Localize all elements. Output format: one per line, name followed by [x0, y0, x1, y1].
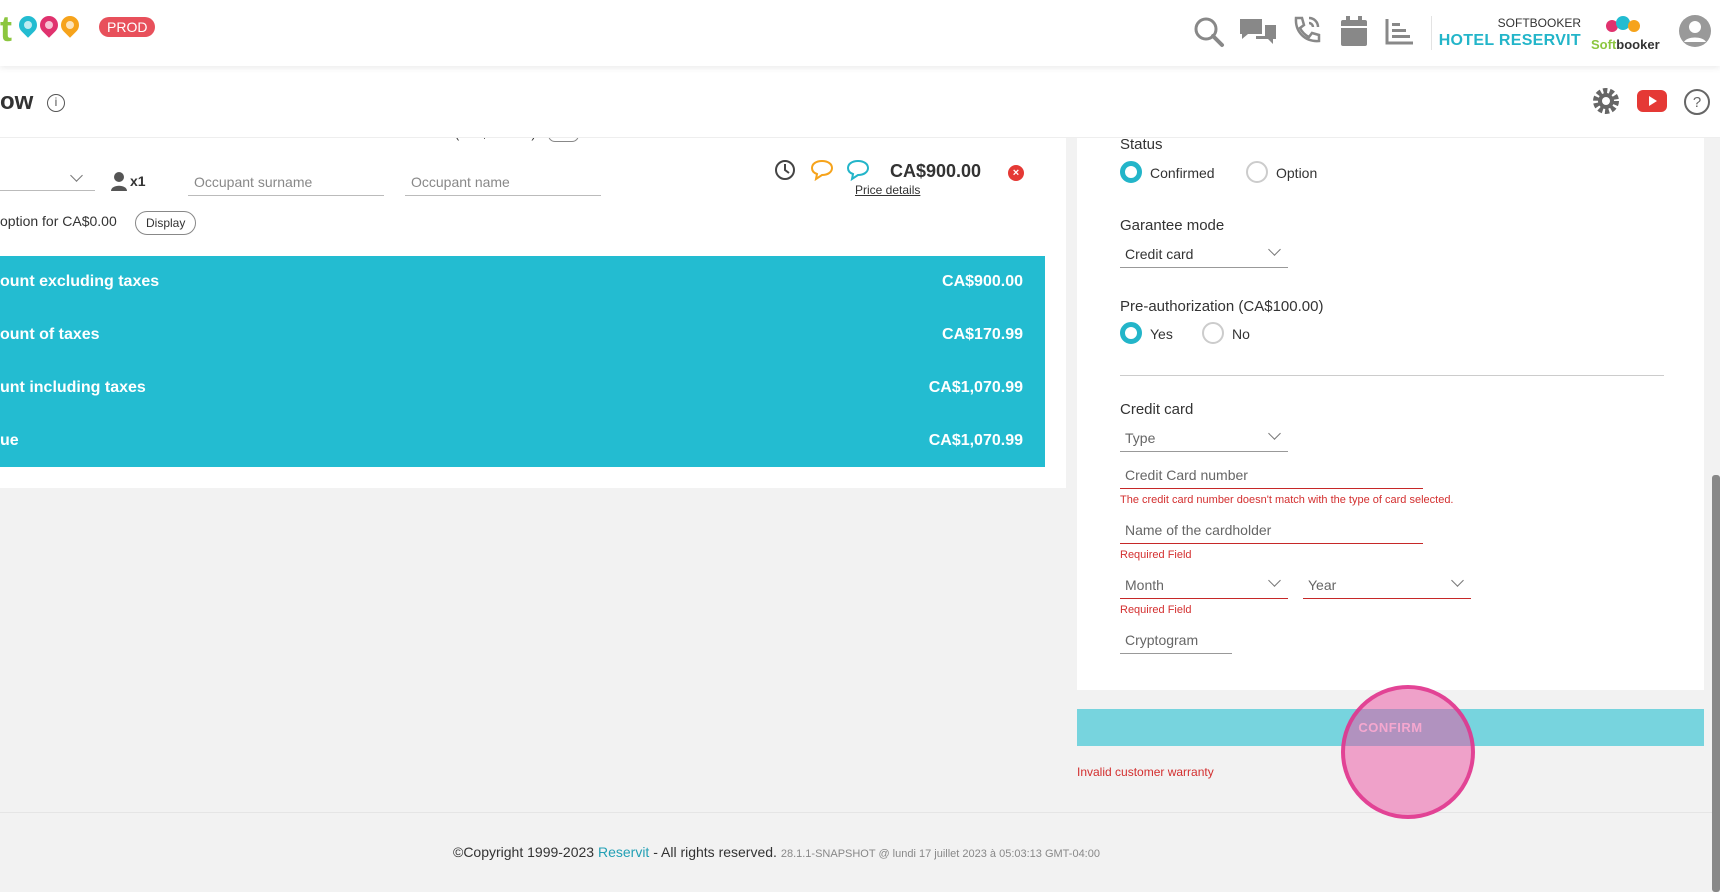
occupant-name-input[interactable]: Occupant name	[405, 168, 601, 196]
chevron-down-icon	[1268, 574, 1281, 587]
preauth-yes-label: Yes	[1150, 326, 1173, 342]
occupant-count: x1	[130, 173, 146, 189]
preauth-no-radio[interactable]	[1202, 322, 1224, 344]
preauth-yes-radio[interactable]	[1120, 322, 1142, 344]
month-select[interactable]: Month	[1120, 571, 1288, 599]
garantee-mode-label: Garantee mode	[1120, 217, 1225, 234]
price-details-link[interactable]: Price details	[855, 183, 920, 197]
invalid-warranty-error: Invalid customer warranty	[1077, 765, 1214, 779]
total-row: ount of taxes CA$170.99	[0, 326, 1023, 343]
cardholder-input[interactable]: Name of the cardholder	[1120, 516, 1423, 544]
year-select[interactable]: Year	[1303, 571, 1471, 599]
page-title: ow	[0, 88, 34, 115]
phone-icon[interactable]	[1289, 14, 1323, 48]
chevron-down-icon	[1268, 427, 1281, 440]
user-icon[interactable]	[1678, 14, 1712, 48]
cardholder-error: Required Field	[1120, 549, 1192, 561]
status-confirmed-label: Confirmed	[1150, 165, 1215, 181]
preauth-label: Pre-authorization (CA$100.00)	[1120, 298, 1324, 315]
chevron-down-icon	[70, 169, 83, 182]
info-icon[interactable]: i	[47, 94, 65, 112]
room-select[interactable]	[0, 167, 95, 191]
logo-pin-icon	[15, 12, 41, 38]
total-row: ue CA$1,070.99	[0, 432, 1023, 449]
option-text: option for CA$0.00	[0, 213, 117, 229]
top-bar: t PROD SOFTBOOKER HOTEL RESERVIT Softboo…	[0, 0, 1720, 66]
gear-icon[interactable]	[1592, 87, 1620, 115]
footer-text: ©Copyright 1999-2023 Reservit - All righ…	[453, 844, 1100, 860]
softbooker-brand: Softbooker	[1591, 37, 1660, 52]
svg-text:?: ?	[1693, 94, 1701, 111]
logo-pin-icon	[36, 12, 62, 38]
expiry-error: Required Field	[1120, 604, 1192, 616]
comment-blue-icon[interactable]	[846, 159, 870, 181]
remove-room-icon[interactable]: ×	[1008, 165, 1024, 181]
preauth-no-label: No	[1232, 326, 1250, 342]
chat-icon[interactable]	[1238, 16, 1278, 48]
total-row: unt including taxes CA$1,070.99	[0, 379, 1023, 396]
status-label: Status	[1120, 136, 1163, 153]
booking-summary-panel: ARE AND MOUTAIN VIEW KING BED SUITE - SI…	[0, 126, 1066, 488]
hotel-name[interactable]: HOTEL RESERVIT	[1439, 32, 1581, 50]
click-indicator	[1341, 685, 1475, 819]
logo-letter: t	[0, 8, 12, 49]
card-number-error: The credit card number doesn't match wit…	[1120, 494, 1454, 506]
clock-icon[interactable]	[774, 159, 796, 181]
room-price: CA$900.00	[890, 161, 982, 181]
version-info: 28.1.1-SNAPSHOT @ lundi 17 juillet 2023 …	[780, 848, 1100, 860]
occupant-icon	[111, 172, 127, 191]
youtube-icon[interactable]	[1637, 90, 1667, 112]
card-type-select[interactable]: Type	[1120, 424, 1288, 452]
header-separator	[1431, 16, 1432, 50]
card-number-input[interactable]: Credit Card number	[1120, 461, 1423, 489]
search-icon[interactable]	[1193, 16, 1225, 48]
scrollbar[interactable]	[1712, 475, 1720, 892]
status-option-label: Option	[1276, 165, 1318, 181]
page-header: ow i ?	[0, 66, 1720, 138]
footer: ©Copyright 1999-2023 Reservit - All righ…	[0, 812, 1720, 892]
help-icon[interactable]: ?	[1683, 88, 1711, 116]
chevron-down-icon	[1451, 574, 1464, 587]
credit-card-label: Credit card	[1120, 401, 1194, 418]
env-badge: PROD	[99, 17, 156, 37]
garantee-mode-select[interactable]: Credit card	[1120, 240, 1288, 268]
occupant-surname-input[interactable]: Occupant surname	[188, 168, 384, 196]
calendar-icon[interactable]	[1340, 15, 1368, 47]
reservit-link[interactable]: Reservit	[598, 844, 649, 860]
display-button[interactable]: Display	[135, 211, 197, 235]
chevron-down-icon	[1268, 243, 1281, 256]
logo-pin-icon	[57, 12, 83, 38]
comment-orange-icon[interactable]	[810, 159, 834, 181]
status-option-radio[interactable]	[1246, 161, 1268, 183]
section-divider	[1120, 375, 1664, 376]
status-confirmed-radio[interactable]	[1120, 161, 1142, 183]
chart-icon[interactable]	[1385, 17, 1415, 45]
account-label: SOFTBOOKER	[1497, 16, 1581, 30]
totals-box: ount excluding taxes CA$900.00 ount of ta…	[0, 256, 1045, 467]
total-row: ount excluding taxes CA$900.00	[0, 273, 1023, 290]
cryptogram-input[interactable]: Cryptogram	[1120, 626, 1232, 654]
booking-form-panel: Status Confirmed Option Garantee mode Cr…	[1077, 128, 1704, 690]
